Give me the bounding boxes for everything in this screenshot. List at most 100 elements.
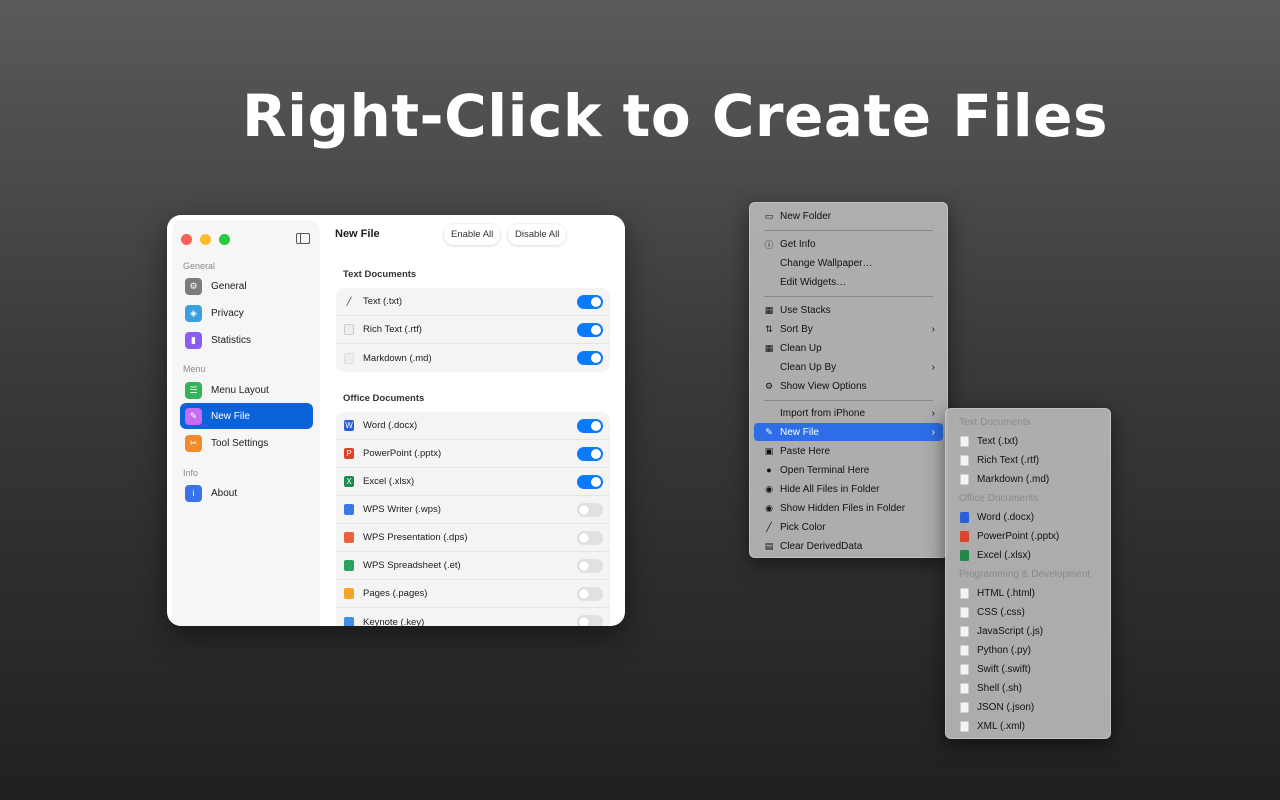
new-file-submenu: Text Documents Text (.txt) Rich Text (.r… [945,408,1111,739]
menu-item-change-wallpaper[interactable]: Change Wallpaper… [754,254,943,272]
toggle-switch[interactable] [577,587,603,601]
menu-item-import-from-iphone[interactable]: Import from iPhone › [754,404,943,422]
menu-item-label: Clean Up [780,342,822,354]
menu-item-label: Pick Color [780,521,826,533]
list-item: Keynote (.key) [336,608,610,626]
toggle-switch[interactable] [577,447,603,461]
wps-writer-icon [344,504,354,515]
toggle-switch[interactable] [577,351,603,365]
toggle-switch[interactable] [577,503,603,517]
list-item: WPS Spreadsheet (.et) [336,552,610,580]
list-item: Markdown (.md) [336,344,610,372]
sidebar-item-statistics[interactable]: ▮ Statistics [180,327,313,353]
submenu-item-shell[interactable]: Shell (.sh) [950,679,1106,697]
submenu-item-markdown[interactable]: Markdown (.md) [950,470,1106,488]
toggle-switch[interactable] [577,475,603,489]
submenu-item-word[interactable]: Word (.docx) [950,508,1106,526]
menu-item-label: Markdown (.md) [977,473,1050,485]
list-item: P PowerPoint (.pptx) [336,440,610,468]
list-item: ╱ Text (.txt) [336,288,610,316]
info-icon: ⓘ [764,239,774,250]
menu-item-label: New File [780,426,819,438]
sidebar-item-about[interactable]: i About [180,480,313,506]
submenu-item-powerpoint[interactable]: PowerPoint (.pptx) [950,527,1106,545]
menu-item-show-hidden-files[interactable]: ◉ Show Hidden Files in Folder [754,499,943,517]
submenu-item-html[interactable]: HTML (.html) [950,584,1106,602]
submenu-item-excel[interactable]: Excel (.xlsx) [950,546,1106,564]
sidebar-item-label: About [211,487,238,499]
chevron-right-icon: › [931,407,935,419]
enable-all-button[interactable]: Enable All [444,224,501,245]
close-window-button[interactable] [181,234,192,245]
xml-file-icon [960,720,969,732]
submenu-item-rich-text[interactable]: Rich Text (.rtf) [950,451,1106,469]
sidebar-item-label: Statistics [211,334,252,346]
toggle-switch[interactable] [577,295,603,309]
menu-item-clean-up[interactable]: ▦ Clean Up [754,339,943,357]
toggle-switch[interactable] [577,323,603,337]
html-file-icon [960,587,969,599]
menu-item-open-terminal[interactable]: ● Open Terminal Here [754,461,943,479]
menu-item-label: JavaScript (.js) [977,625,1044,637]
powerpoint-icon [960,530,969,542]
rtf-file-icon [344,324,354,335]
menu-item-clean-up-by[interactable]: Clean Up By › [754,358,943,376]
menu-item-label: Paste Here [780,445,831,457]
sort-icon: ⇅ [765,323,773,334]
list-item: WPS Presentation (.dps) [336,524,610,552]
menu-item-pick-color[interactable]: ╱ Pick Color [754,518,943,536]
zoom-window-button[interactable] [219,234,230,245]
submenu-item-swift[interactable]: Swift (.swift) [950,660,1106,678]
rtf-file-icon [960,454,969,466]
submenu-item-xml[interactable]: XML (.xml) [950,717,1106,735]
trash-icon: ▤ [764,540,774,551]
clipboard-icon: ▣ [764,445,774,456]
sidebar-item-privacy[interactable]: ◈ Privacy [180,300,313,326]
toggle-switch[interactable] [577,615,603,626]
shell-file-icon [960,682,969,694]
menu-item-edit-widgets[interactable]: Edit Widgets… [754,273,943,291]
submenu-item-python[interactable]: Python (.py) [950,641,1106,659]
menu-item-label: Hide All Files in Folder [780,483,880,495]
keynote-icon [344,616,354,626]
menu-item-new-file[interactable]: ✎ New File › [754,423,943,441]
toggle-switch[interactable] [577,419,603,433]
minimize-window-button[interactable] [200,234,211,245]
menu-item-get-info[interactable]: ⓘ Get Info [754,235,943,253]
disable-all-button[interactable]: Disable All [508,224,567,245]
sidebar-item-tool-settings[interactable]: ✂ Tool Settings [180,430,313,456]
wps-presentation-icon [344,532,354,543]
python-file-icon [960,644,969,656]
submenu-item-json[interactable]: JSON (.json) [950,698,1106,716]
menu-item-show-view-options[interactable]: ⚙ Show View Options [754,377,943,395]
sidebar-item-general[interactable]: ⚙ General [180,273,313,299]
toggle-switch[interactable] [577,531,603,545]
sidebar-item-label: New File [211,410,250,422]
chevron-right-icon: › [931,323,935,335]
list-item: Pages (.pages) [336,580,610,608]
menu-item-sort-by[interactable]: ⇅ Sort By › [754,320,943,338]
sidebar-toggle-icon[interactable] [296,233,310,244]
sidebar-item-menu-layout[interactable]: ☰ Menu Layout [180,377,313,403]
toggle-switch[interactable] [577,559,603,573]
row-label: Rich Text (.rtf) [363,324,422,335]
menu-item-label: Word (.docx) [977,511,1035,523]
stacks-icon: ▦ [764,304,774,315]
menu-item-label: Swift (.swift) [977,663,1031,675]
submenu-item-css[interactable]: CSS (.css) [950,603,1106,621]
context-menu: ▭ New Folder ⓘ Get Info Change Wallpaper… … [749,202,948,558]
gear-icon: ⚙ [764,380,774,391]
menu-item-clear-deriveddata[interactable]: ▤ Clear DerivedData [754,537,943,555]
javascript-file-icon [960,625,969,637]
hero-title: Right-Click to Create Files [241,82,1109,150]
menu-separator [764,296,933,297]
submenu-item-text[interactable]: Text (.txt) [950,432,1106,450]
menu-item-use-stacks[interactable]: ▦ Use Stacks [754,301,943,319]
menu-item-new-folder[interactable]: ▭ New Folder [754,207,943,225]
group-title-text-documents: Text Documents [343,269,417,280]
menu-item-hide-all-files[interactable]: ◉ Hide All Files in Folder [754,480,943,498]
sidebar-item-new-file[interactable]: ✎ New File [180,403,313,429]
menu-item-label: PowerPoint (.pptx) [977,530,1060,542]
menu-item-paste-here[interactable]: ▣ Paste Here [754,442,943,460]
submenu-item-javascript[interactable]: JavaScript (.js) [950,622,1106,640]
